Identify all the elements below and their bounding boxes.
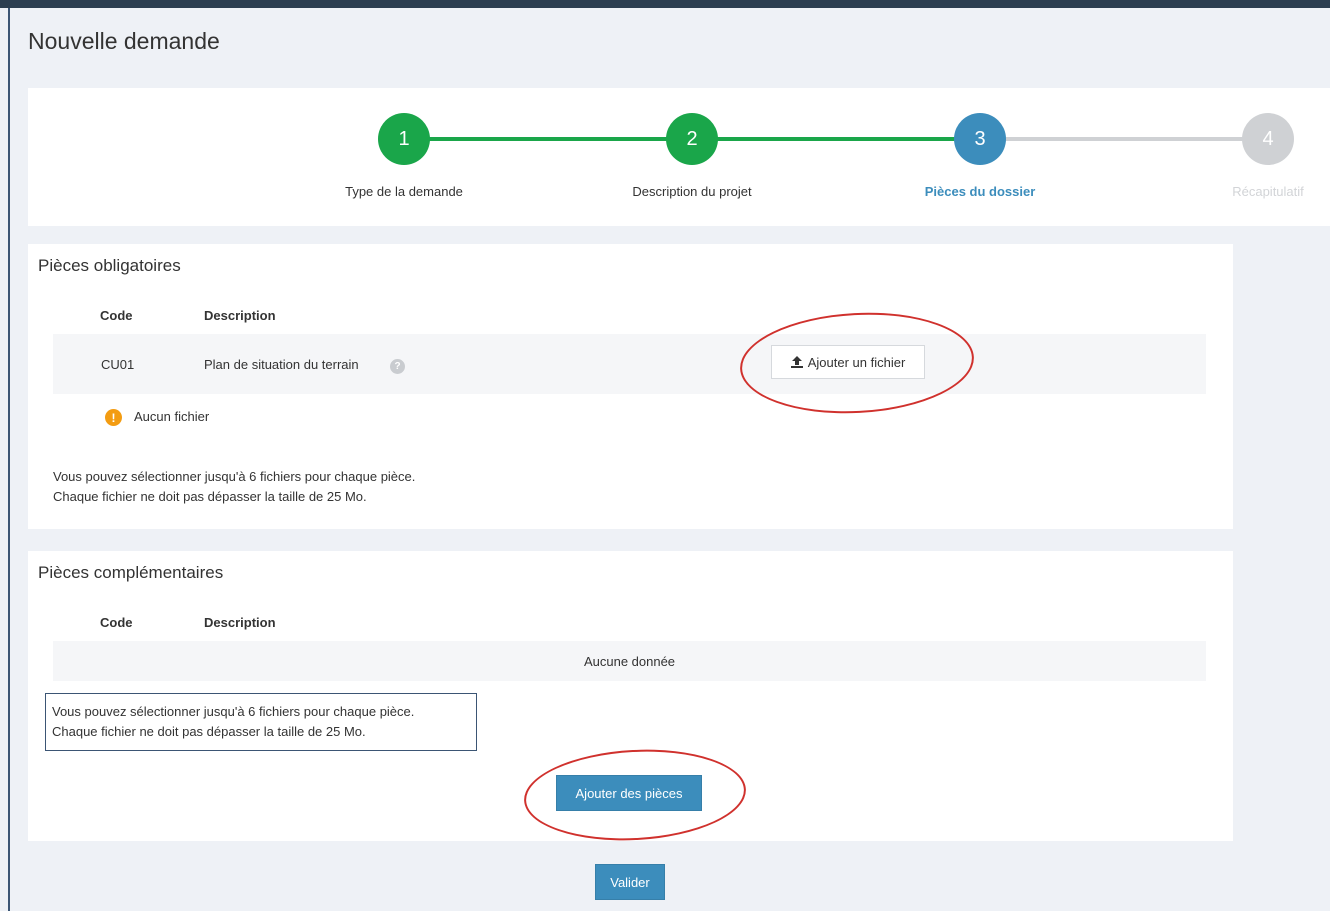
step-1-circle[interactable]: 1 <box>378 113 430 165</box>
page-title: Nouvelle demande <box>28 28 220 54</box>
no-data-text: Aucune donnée <box>583 654 676 669</box>
mandatory-info-line-2: Chaque fichier ne doit pas dépasser la t… <box>53 489 367 504</box>
wizard-stepper: 1 2 3 4 Type de la demande Description d… <box>28 88 1330 226</box>
mandatory-info: Vous pouvez sélectionner jusqu'à 6 fichi… <box>53 467 415 507</box>
mandatory-col-code: Code <box>100 308 133 323</box>
question-circle-icon[interactable]: ? <box>390 359 405 374</box>
complementary-col-code: Code <box>100 615 133 630</box>
file-status: Aucun fichier <box>134 409 210 424</box>
step-4-label: Récapitulatif <box>1232 184 1304 199</box>
mandatory-info-line-1: Vous pouvez sélectionner jusqu'à 6 fichi… <box>53 469 416 484</box>
step-4-circle: 4 <box>1242 113 1294 165</box>
validate-button[interactable]: Valider <box>595 864 665 900</box>
add-file-button[interactable]: Ajouter un fichier <box>771 345 925 379</box>
step-connector-1-2 <box>404 137 692 141</box>
complementary-pieces-title: Pièces complémentaires <box>38 563 224 582</box>
left-border <box>8 8 10 911</box>
add-file-label: Ajouter un fichier <box>807 354 906 370</box>
complementary-info-line-1: Vous pouvez sélectionner jusqu'à 6 fichi… <box>52 704 415 719</box>
empty-row: Aucune donnée <box>53 641 1206 681</box>
piece-code: CU01 <box>101 357 135 372</box>
mandatory-pieces-panel: Pièces obligatoires Code Description CU0… <box>28 244 1233 529</box>
step-connector-3-4 <box>980 137 1268 141</box>
step-connector-2-3 <box>692 137 980 141</box>
complementary-col-description: Description <box>204 615 276 630</box>
table-row: CU01 Plan de situation du terrain ? Ajou… <box>53 334 1206 394</box>
complementary-info-box: Vous pouvez sélectionner jusqu'à 6 fichi… <box>45 693 477 751</box>
mandatory-pieces-title: Pièces obligatoires <box>38 256 181 275</box>
mandatory-col-description: Description <box>204 308 276 323</box>
step-1-label[interactable]: Type de la demande <box>345 184 463 199</box>
add-pieces-button[interactable]: Ajouter des pièces <box>556 775 702 811</box>
top-border <box>0 0 1330 8</box>
upload-icon <box>790 356 803 368</box>
complementary-info-line-2: Chaque fichier ne doit pas dépasser la t… <box>52 724 366 739</box>
complementary-pieces-panel: Pièces complémentaires Code Description … <box>28 551 1233 841</box>
step-3-circle[interactable]: 3 <box>954 113 1006 165</box>
step-2-label[interactable]: Description du projet <box>632 184 751 199</box>
step-2-circle[interactable]: 2 <box>666 113 718 165</box>
exclamation-circle-icon: ! <box>105 409 122 426</box>
step-3-label[interactable]: Pièces du dossier <box>925 184 1036 199</box>
piece-description: Plan de situation du terrain <box>204 357 359 372</box>
